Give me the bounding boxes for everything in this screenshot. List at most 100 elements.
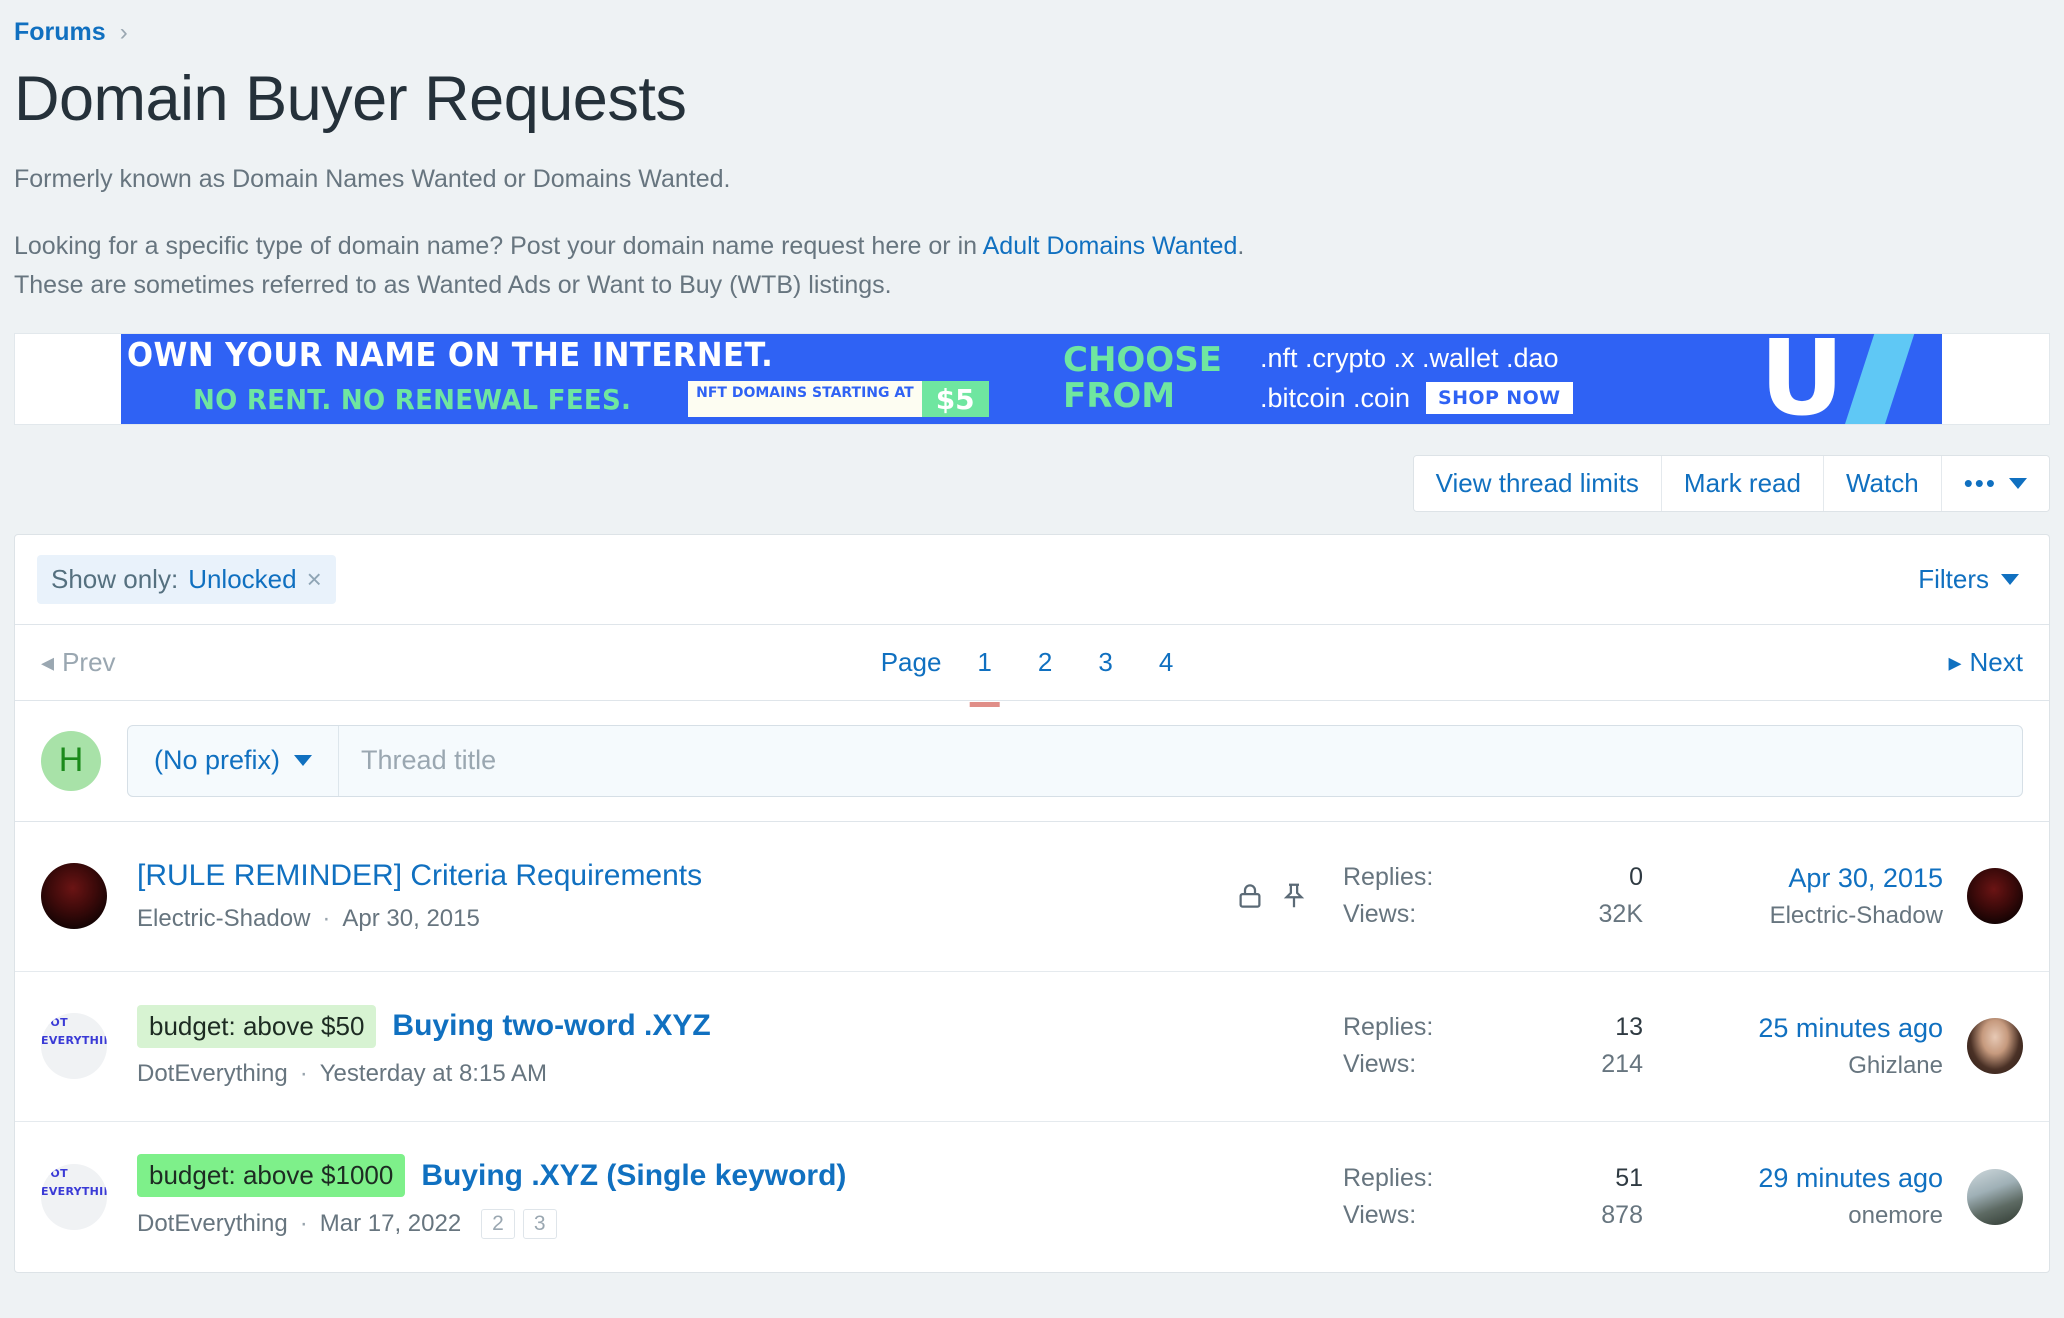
mark-read-button[interactable]: Mark read <box>1661 455 1824 511</box>
table-row[interactable]: [RULE REMINDER] Criteria Requirements El… <box>15 822 2049 972</box>
banner-ad-left: OWN YOUR NAME ON THE INTERNET. NO RENT. … <box>121 335 1001 420</box>
thread-author-link[interactable]: Electric-Shadow <box>137 905 310 933</box>
meta-separator: · <box>322 905 331 933</box>
last-post-date[interactable]: Apr 30, 2015 <box>1683 863 1943 894</box>
last-post-user[interactable]: Ghizlane <box>1683 1052 1943 1080</box>
pagination-page-4[interactable]: 4 <box>1149 643 1183 682</box>
thread-date: Yesterday at 8:15 AM <box>319 1059 548 1087</box>
replies-value: 13 <box>1615 1013 1643 1042</box>
last-post-date[interactable]: 25 minutes ago <box>1683 1013 1943 1044</box>
thread-meta: Electric-Shadow · Apr 30, 2015 <box>137 905 1235 933</box>
thread-page-chips: 2 3 <box>481 1209 557 1240</box>
avatar-text-dot: DOT <box>41 1166 68 1180</box>
banner-ad-choose-line1: CHOOSE <box>1063 339 1222 380</box>
pagination-next-label: Next <box>1969 646 2023 677</box>
thread-stats: Replies: 0 Views: 32K <box>1343 863 1643 929</box>
last-post-user[interactable]: onemore <box>1683 1202 1943 1230</box>
views-value: 32K <box>1598 900 1643 929</box>
thread-views: Views: 214 <box>1343 1050 1643 1079</box>
filter-bar: Show only: Unlocked × Filters <box>15 535 2049 625</box>
pagination-page-2[interactable]: 2 <box>1028 643 1062 682</box>
thread-last-post: 25 minutes ago Ghizlane <box>1683 1013 1943 1080</box>
thread-status-icons <box>1235 881 1309 911</box>
triangle-right-icon: ▸ <box>1948 646 1962 677</box>
table-row[interactable]: DOT EVERYTHING budget: above $1000 Buyin… <box>15 1122 2049 1272</box>
thread-main: budget: above $1000 Buying .XYZ (Single … <box>137 1154 1309 1240</box>
banner-ad[interactable]: OWN YOUR NAME ON THE INTERNET. NO RENT. … <box>14 332 2050 425</box>
avatar-text-everything: EVERYTHING <box>41 1184 107 1198</box>
pagination-page-3[interactable]: 3 <box>1088 643 1122 682</box>
more-options-button[interactable]: ••• <box>1941 455 2049 511</box>
pin-icon <box>1283 883 1305 908</box>
replies-label: Replies: <box>1343 1013 1434 1042</box>
banner-ad-choose-from: CHOOSE FROM <box>1063 339 1222 416</box>
new-thread-field[interactable]: (No prefix) Thread title <box>127 724 2023 797</box>
avatar <box>1967 868 2023 925</box>
avatar[interactable]: DOT EVERYTHING <box>41 1013 107 1080</box>
breadcrumb-chevron-icon: › <box>119 18 128 46</box>
thread-views: Views: 878 <box>1343 1201 1643 1230</box>
thread-title-link[interactable]: [RULE REMINDER] Criteria Requirements <box>137 859 702 893</box>
thread-title-line: budget: above $1000 Buying .XYZ (Single … <box>137 1154 1309 1198</box>
table-row[interactable]: DOT EVERYTHING budget: above $50 Buying … <box>15 972 2049 1122</box>
last-post-date[interactable]: 29 minutes ago <box>1683 1163 1943 1194</box>
last-post-user[interactable]: Electric-Shadow <box>1683 902 1943 930</box>
active-filter-chip[interactable]: Show only: Unlocked × <box>37 554 336 604</box>
pagination-next[interactable]: ▸ Next <box>1948 647 2023 678</box>
banner-ad-headline: OWN YOUR NAME ON THE INTERNET. <box>127 335 774 375</box>
banner-ad-tlds: .nft .crypto .x .wallet .dao .bitcoin .c… <box>1260 341 1573 415</box>
avatar[interactable]: DOT EVERYTHING <box>41 1163 107 1230</box>
replies-label: Replies: <box>1343 863 1434 892</box>
last-post-avatar[interactable] <box>1967 1018 2023 1075</box>
banner-ad-tlds-line1: .nft .crypto .x .wallet .dao <box>1259 343 1559 374</box>
thread-title-input[interactable]: Thread title <box>339 726 2022 796</box>
thread-page-chip-2[interactable]: 2 <box>481 1209 515 1240</box>
page-subtitle: Formerly known as Domain Names Wanted or… <box>14 165 731 194</box>
breadcrumb-link-forums[interactable]: Forums <box>14 18 106 47</box>
thread-last-post: Apr 30, 2015 Electric-Shadow <box>1683 863 1943 930</box>
description-text-line2: These are sometimes referred to as Wante… <box>14 270 892 299</box>
thread-prefix-badge[interactable]: budget: above $50 <box>137 1004 377 1048</box>
banner-ad-tlds-row2: .bitcoin .coin SHOP NOW <box>1260 381 1573 416</box>
thread-stats: Replies: 13 Views: 214 <box>1343 1013 1643 1079</box>
ellipsis-icon: ••• <box>1963 467 1997 498</box>
thread-replies: Replies: 51 <box>1343 1164 1643 1193</box>
thread-title-link[interactable]: Buying two-word .XYZ <box>392 1009 710 1043</box>
adult-domains-wanted-link[interactable]: Adult Domains Wanted <box>983 232 1238 260</box>
current-user-avatar[interactable]: H <box>41 730 101 791</box>
last-post-avatar[interactable] <box>1967 1168 2023 1225</box>
watch-button[interactable]: Watch <box>1823 455 1942 511</box>
thread-list-panel: Show only: Unlocked × Filters ◂ Prev Pag… <box>14 533 2050 1273</box>
banner-ad-logo-letter: U <box>1759 333 1845 424</box>
thread-replies: Replies: 13 <box>1343 1013 1643 1042</box>
thread-prefix-select[interactable]: (No prefix) <box>128 725 340 796</box>
banner-ad-nft-label: NFT DOMAINS STARTING AT <box>688 381 922 418</box>
thread-title-line: [RULE REMINDER] Criteria Requirements <box>137 859 1235 893</box>
lock-icon <box>1239 884 1261 908</box>
filters-button[interactable]: Filters <box>1918 564 2027 595</box>
thread-page-chip-3[interactable]: 3 <box>522 1209 557 1240</box>
pagination-page-1[interactable]: 1 <box>967 643 1001 707</box>
page-description: Formerly known as Domain Names Wanted or… <box>14 160 2064 304</box>
thread-author-link[interactable]: DotEverything <box>137 1210 288 1238</box>
thread-author-avatar: DOT EVERYTHING <box>41 1163 107 1230</box>
avatar[interactable] <box>41 863 107 930</box>
pagination-pages: Page 1 2 3 4 <box>881 643 1184 707</box>
banner-ad-shop-now-button[interactable]: SHOP NOW <box>1426 381 1573 415</box>
thread-prefix-label: (No prefix) <box>154 745 281 776</box>
thread-last-post: 29 minutes ago onemore <box>1683 1163 1943 1230</box>
breadcrumb: Forums › <box>0 0 2064 47</box>
banner-ad-content[interactable]: OWN YOUR NAME ON THE INTERNET. NO RENT. … <box>121 333 1942 424</box>
views-label: Views: <box>1343 900 1417 929</box>
views-label: Views: <box>1343 1200 1417 1229</box>
new-thread-row: H (No prefix) Thread title <box>15 701 2049 822</box>
close-icon[interactable]: × <box>307 564 322 595</box>
avatar-text-dot: DOT <box>41 1016 68 1030</box>
last-post-avatar[interactable] <box>1967 868 2023 925</box>
toolbar-button-group: View thread limits Mark read Watch ••• <box>1412 454 2050 512</box>
thread-title-link[interactable]: Buying .XYZ (Single keyword) <box>421 1159 846 1193</box>
thread-prefix-badge[interactable]: budget: above $1000 <box>137 1154 406 1198</box>
banner-ad-choose-line2: FROM <box>1063 375 1176 416</box>
thread-author-link[interactable]: DotEverything <box>137 1060 288 1088</box>
view-thread-limits-button[interactable]: View thread limits <box>1413 455 1662 511</box>
